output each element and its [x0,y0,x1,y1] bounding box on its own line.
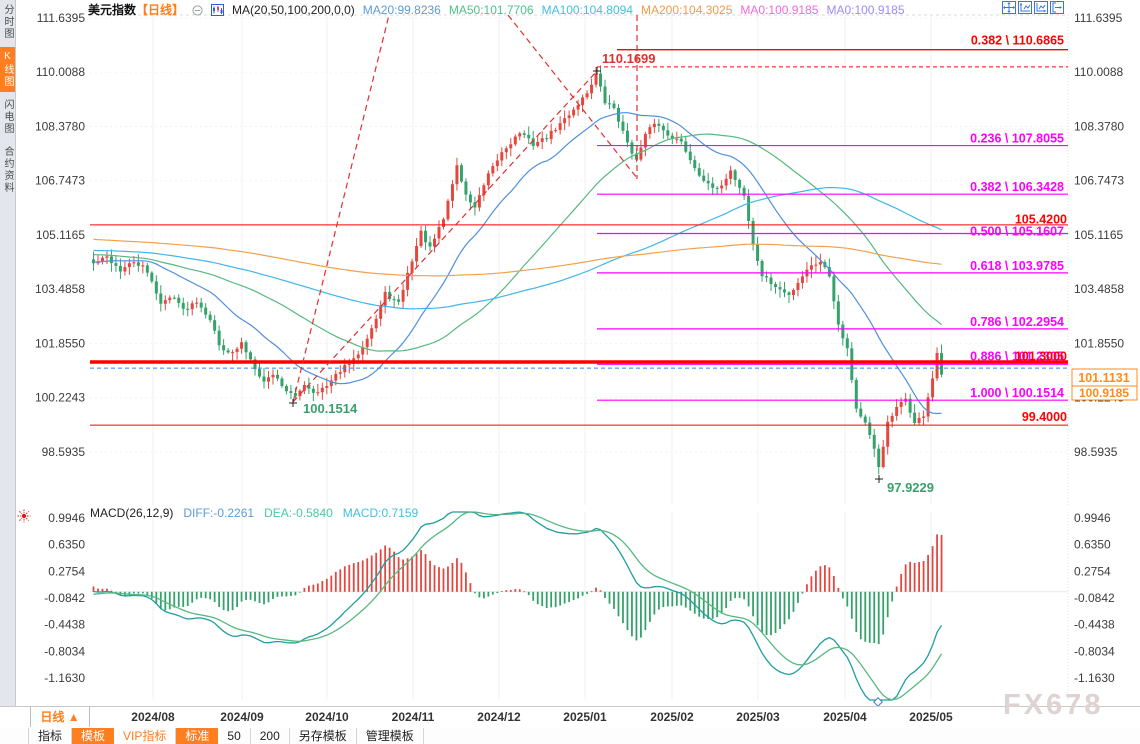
y-axis-label-left: 101.8550 [35,337,85,351]
x-axis-label: 2025/04 [823,710,867,724]
fib-label: 1.000 \ 100.1514 [970,386,1064,400]
fib-label: 0.618 \ 103.9785 [970,259,1064,273]
ma-value-3: MA200:104.3025 [640,3,733,17]
symbol-name: 美元指数 [88,3,137,17]
toolbar-save-template[interactable]: 另存模板 [290,728,357,744]
y-axis-label-right: 111.6395 [1074,11,1123,25]
current-price-labels: 100.9185101.1131 [1071,368,1138,401]
macd-axis-label-left: -1.1630 [44,671,85,685]
key-levels-layer [90,224,1068,426]
fib-label: 0.382 \ 110.6865 [971,34,1064,48]
macd-axis-label-right: -0.8034 [1074,644,1115,658]
fib-label: 0.382 \ 106.3428 [970,180,1064,194]
toolbar-template[interactable]: 模板 [72,728,115,744]
macd-macd: MACD:0.7159 [342,506,419,520]
macd-axis-label-left: -0.4438 [44,618,85,632]
y-axis-label-left: 98.5935 [42,445,86,459]
prev-price-label: 100.9185 [1079,386,1129,400]
x-axis-label: 2025/05 [909,710,953,724]
macd-axis-label-right: -0.0842 [1074,591,1115,605]
y-axis-label-left: 103.4858 [35,282,85,296]
level-label: 99.4000 [1022,410,1067,424]
crosshair-move-icon[interactable] [1002,1,1016,14]
macd-axis-label-right: 0.2754 [1074,564,1111,578]
period-selector[interactable]: 日线 ▲ [30,707,90,727]
macd-axis-label-left: -0.8034 [44,644,85,658]
y-axis-label-left: 105.1165 [36,228,85,242]
y-axis-label-right: 105.1165 [1074,228,1123,242]
macd-axis-label-left: 0.6350 [48,538,85,552]
macd-axis-label-left: 0.9946 [48,511,85,525]
trading-chart-app: 分时图 K线图 闪电图 合约资料 美元指数【日线】 MA(20,50,100,20… [0,0,1140,744]
fib-layer: 0.382 \ 110.6865 0.236 \ 107.8055 0.382 \ … [597,34,1068,424]
macd-axis-label-right: 0.9946 [1074,511,1111,525]
macd-layer: 0.9946 0.9946 0.6350 0.6350 0.2754 0.2754 -0.0… [44,511,1115,701]
fib-label: 0.236 \ 107.8055 [970,132,1064,146]
y-axis-label-right: 110.0088 [1074,65,1123,79]
toolbar-50[interactable]: 50 [218,728,251,744]
y-axis-label-left: 106.7473 [35,174,85,188]
macd-diff: DIFF:-0.2261 [183,506,255,520]
x-axis-label: 2024/12 [477,710,521,724]
x-axis-row: 日线 ▲ 2024/08 2024/09 2024/10 2024/11 2024/12… [0,706,1140,729]
x-axis-label: 2024/08 [131,710,175,724]
watermark: FX678 [1003,689,1104,721]
y-axis-label-right: 98.5935 [1074,445,1118,459]
ma-value-2: MA100:104.8094 [541,3,633,17]
ma-value-1: MA50:101.7706 [448,3,534,17]
y-axis-label-right: 108.3780 [1074,120,1124,134]
toolbar-standard[interactable]: 标准 [176,728,219,744]
chart-toolbar-icons [1002,1,1064,14]
candlestick-chart-icon[interactable] [211,4,225,19]
y-axis-label-left: 110.0088 [36,65,85,79]
level-label: 101.3000 [1015,349,1067,363]
toolbar-vip-indicator[interactable]: VIP指标 [114,728,177,744]
macd-axis-label-left: -0.0842 [44,591,85,605]
macd-axis-label-left: 0.2754 [48,564,85,578]
ma-value-5: MA0:100.9185 [826,3,905,17]
chart-header: 美元指数【日线】 MA(20,50,100,200,0,0) MA20:99.823… [88,1,913,17]
macd-header: MACD(26,12,9) DIFF:-0.2261 DEA:-0.5840 MACD… [90,506,428,520]
y-axis-label-right: 101.8550 [1074,337,1124,351]
y-axis-label-right: 103.4858 [1074,282,1124,296]
price-annotation: 110.1699 [602,51,656,66]
ma-value-0: MA20:99.8236 [362,3,441,17]
level-label: 105.4200 [1015,212,1067,226]
y-axis-label-left: 111.6395 [37,11,86,25]
x-axis-label: 2025/01 [563,710,607,724]
ma-params: MA(20,50,100,200,0,0) [232,3,355,17]
x-axis-label: 2024/10 [305,710,349,724]
axis-scale-up-icon[interactable] [1018,1,1032,14]
current-price-label: 101.1131 [1078,371,1129,385]
minus-circle-icon[interactable] [192,5,203,19]
macd-dea: DEA:-0.5840 [264,506,333,520]
chart-canvas[interactable]: 0.382 \ 110.6865 0.236 \ 107.8055 0.382 \ … [0,0,1140,706]
bottom-toolbar: 指标 模板 VIP指标 标准 50 200 另存模板 管理模板 [0,728,1140,744]
fib-label: 0.786 \ 102.2954 [970,315,1064,329]
x-axis-label: 2024/09 [220,710,264,724]
fib-label: 0.500 \ 105.1607 [970,225,1064,239]
x-axis-label: 2025/03 [736,710,780,724]
macd-axis-label-right: 0.6350 [1074,538,1111,552]
y-axis-label-left: 108.3780 [35,120,85,134]
toolbar-manage-template[interactable]: 管理模板 [357,728,424,744]
y-axis-label-left: 100.2243 [35,391,85,405]
y-axis-label-right: 106.7473 [1074,174,1124,188]
macd-axis-label-right: -0.4438 [1074,618,1115,632]
macd-settings-icon[interactable] [17,509,31,528]
price-annotation: 100.1514 [303,401,358,416]
price-annotation: 97.9229 [887,480,934,495]
ma-value-4: MA0:100.9185 [740,3,819,17]
toolbar-200[interactable]: 200 [251,728,290,744]
divider-handle[interactable] [873,697,883,706]
macd-title: MACD(26,12,9) [90,506,174,520]
period-label: 【日线】 [136,3,185,17]
axis-scale-play-icon[interactable] [1034,1,1048,14]
exit-right-icon[interactable] [1050,1,1064,14]
toolbar-indicator[interactable]: 指标 [28,728,73,744]
macd-axis-label-right: -1.1630 [1074,671,1115,685]
x-axis-label: 2024/11 [391,710,435,724]
x-axis-label: 2025/02 [650,710,694,724]
